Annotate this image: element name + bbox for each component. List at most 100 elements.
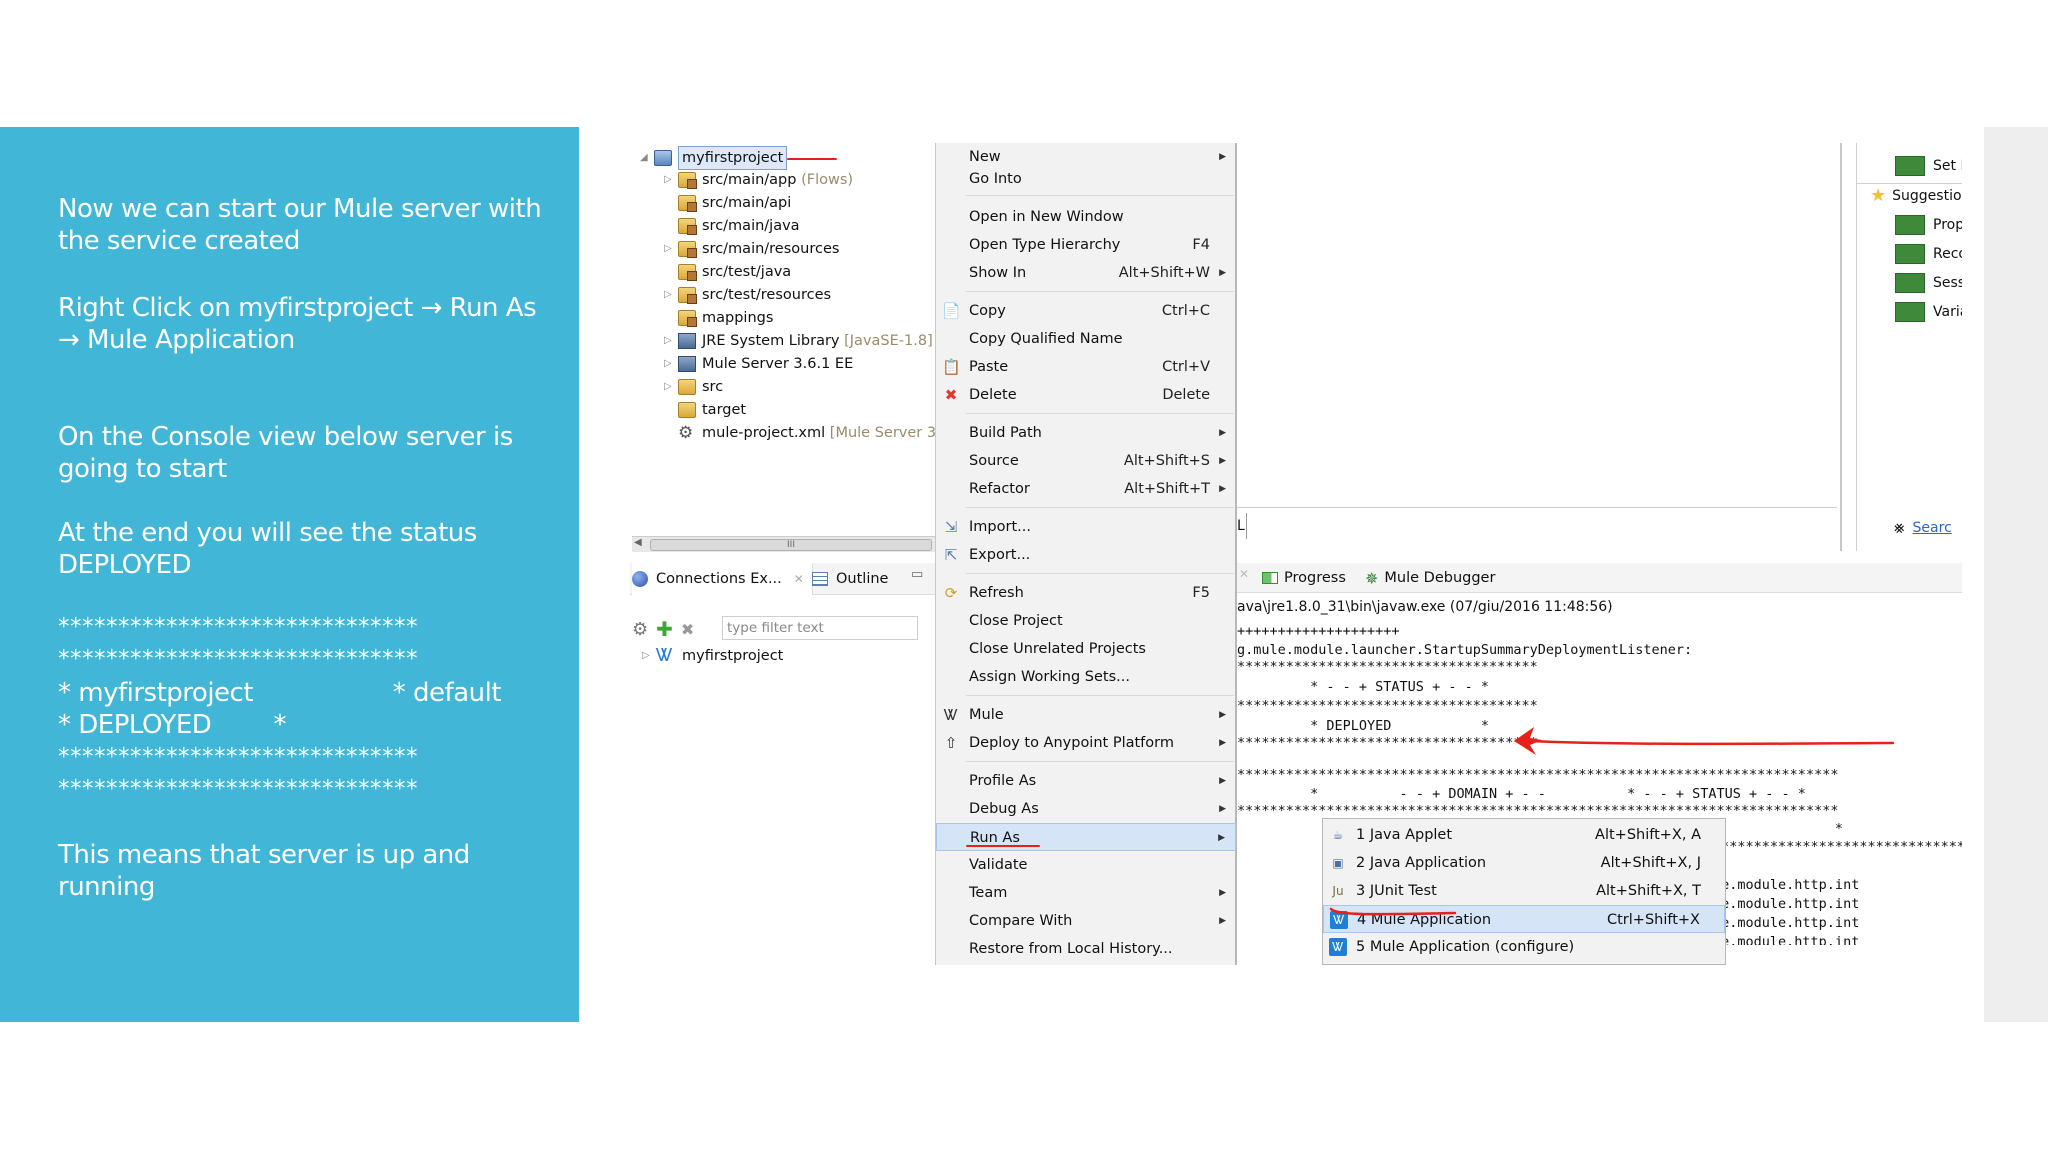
console-line: ************************************* <box>1237 698 1538 714</box>
palette-search[interactable]: ⨳ Searc <box>1894 518 1952 538</box>
console-tab-bar: ✕ Progress ✵ Mule Debugger <box>1237 563 1962 593</box>
expand-icon[interactable]: ▷ <box>664 330 678 352</box>
menu-open-type-hierarchy[interactable]: Open Type Hierarchy F4 <box>936 231 1236 259</box>
expand-icon[interactable]: ▷ <box>664 376 678 398</box>
tree-item[interactable]: src/main/api <box>664 192 791 214</box>
menu-mule[interactable]: Ꮤ Mule ▶ <box>936 701 1236 729</box>
scroll-left-icon[interactable]: ◀ <box>634 537 642 548</box>
tree-root[interactable]: ◢ myfirstproject <box>640 146 788 170</box>
tree-item[interactable]: ▷ src <box>664 376 723 398</box>
menu-item-label: Delete <box>969 387 1017 403</box>
expand-icon[interactable]: ▷ <box>664 169 678 191</box>
run-java-applet[interactable]: ☕ 1 Java Applet Alt+Shift+X, A <box>1323 821 1725 849</box>
tree-item[interactable]: ▷ JRE System Library [JavaSE-1.8] <box>664 330 933 352</box>
connection-tree-item[interactable]: ▷ Ꮤ myfirstproject <box>642 645 783 667</box>
tree-item-label: mappings <box>702 310 774 326</box>
tree-item[interactable]: ⚙ mule-project.xml [Mule Server 3.6 <box>664 422 950 444</box>
run-junit-test[interactable]: Ju 3 JUnit Test Alt+Shift+X, T <box>1323 877 1725 905</box>
expand-icon[interactable]: ▷ <box>642 645 656 667</box>
palette-item[interactable]: ★ Suggestio <box>1870 185 1962 207</box>
tree-item-label: mule-project.xml <box>702 425 826 441</box>
gear-icon[interactable]: ⚙ <box>632 619 648 640</box>
palette-item[interactable]: Set F <box>1895 155 1962 177</box>
run-java-application[interactable]: ▣ 2 Java Application Alt+Shift+X, J <box>1323 849 1725 877</box>
menu-paste[interactable]: 📋 Paste Ctrl+V <box>936 353 1236 381</box>
progress-icon <box>1262 572 1278 584</box>
copy-icon: 📄 <box>942 302 961 320</box>
tree-item[interactable]: ▷ src/test/resources <box>664 284 831 306</box>
menu-import[interactable]: ⇲ Import... <box>936 513 1236 541</box>
palette-item[interactable]: Reco <box>1895 243 1962 265</box>
close-icon[interactable]: ✕ <box>794 563 804 595</box>
tree-item[interactable]: ▷ src/main/resources <box>664 238 839 260</box>
add-icon[interactable]: ✚ <box>656 617 673 641</box>
tab-outline[interactable]: Outline <box>812 563 888 595</box>
menu-validate[interactable]: Validate <box>936 851 1236 879</box>
tab-connections-explorer[interactable]: Connections Ex... ✕ <box>632 563 813 595</box>
menu-refactor[interactable]: Refactor Alt+Shift+T ▶ <box>936 475 1236 503</box>
menu-source[interactable]: Source Alt+Shift+S ▶ <box>936 447 1236 475</box>
tree-item[interactable]: target <box>664 399 746 421</box>
expand-icon[interactable]: ▷ <box>664 238 678 260</box>
tree-item[interactable]: src/test/java <box>664 261 791 283</box>
junit-icon: Ju <box>1332 884 1344 898</box>
tree-item-label: Mule Server 3.6.1 EE <box>702 356 854 372</box>
expand-icon[interactable]: ▷ <box>664 284 678 306</box>
tree-item[interactable]: mappings <box>664 307 773 329</box>
tab-mule-debugger[interactable]: ✵ Mule Debugger <box>1365 563 1495 593</box>
scroll-thumb[interactable]: III <box>650 539 932 551</box>
filter-input[interactable]: type filter text <box>722 616 918 640</box>
package-folder-icon <box>678 218 697 235</box>
menu-go-into[interactable]: Go Into <box>936 165 1236 193</box>
search-link[interactable]: Searc <box>1913 520 1952 536</box>
menu-close-unrelated-projects[interactable]: Close Unrelated Projects <box>936 635 1236 663</box>
menu-refresh[interactable]: ⟳ Refresh F5 <box>936 579 1236 607</box>
palette-item[interactable]: Prop <box>1895 214 1962 236</box>
minimize-icon[interactable]: ▭ <box>911 567 923 582</box>
tab-progress[interactable]: Progress <box>1262 563 1346 593</box>
palette-component-icon <box>1895 302 1925 322</box>
menu-item-label: Refactor <box>969 481 1030 497</box>
menu-copy-qualified-name[interactable]: Copy Qualified Name <box>936 325 1236 353</box>
expand-icon[interactable]: ◢ <box>640 147 654 169</box>
menu-restore-local-history[interactable]: Restore from Local History... <box>936 935 1236 963</box>
tree-item[interactable]: ▷ Mule Server 3.6.1 EE <box>664 353 853 375</box>
menu-compare-with[interactable]: Compare With ▶ <box>936 907 1236 935</box>
menu-delete[interactable]: ✖ Delete Delete <box>936 381 1236 409</box>
slide-paragraph: Right Click on myfirstproject → Run As →… <box>58 293 537 355</box>
menu-show-in[interactable]: Show In Alt+Shift+W ▶ <box>936 259 1236 287</box>
tree-item[interactable]: ▷ src/main/app (Flows) <box>664 169 853 191</box>
menu-open-new-window[interactable]: Open in New Window <box>936 203 1236 231</box>
remove-icon[interactable]: ✖ <box>681 620 694 639</box>
menu-profile-as[interactable]: Profile As ▶ <box>936 767 1236 795</box>
menu-export[interactable]: ⇱ Export... <box>936 541 1236 569</box>
search-icon: ⨳ <box>1894 518 1905 538</box>
delete-icon: ✖ <box>944 386 958 404</box>
run-mule-application-configure[interactable]: Ꮤ 5 Mule Application (configure) <box>1323 933 1725 961</box>
divider <box>1857 183 1962 184</box>
close-icon[interactable]: ✕ <box>1239 567 1249 581</box>
menu-team[interactable]: Team ▶ <box>936 879 1236 907</box>
slide-stars: ****************************** <box>58 744 418 770</box>
paste-icon: 📋 <box>942 358 961 376</box>
menu-shortcut: Alt+Shift+S <box>1123 453 1210 469</box>
expand-icon[interactable]: ▷ <box>664 353 678 375</box>
menu-item-label: 2 Java Application <box>1356 855 1487 871</box>
horizontal-scrollbar[interactable]: ◀ III <box>632 536 935 552</box>
tab-label: Mule Debugger <box>1384 570 1496 586</box>
project-name[interactable]: myfirstproject <box>678 146 788 170</box>
menu-build-path[interactable]: Build Path ▶ <box>936 419 1236 447</box>
menu-deploy-anypoint[interactable]: ⇧ Deploy to Anypoint Platform ▶ <box>936 729 1236 757</box>
menu-assign-working-sets[interactable]: Assign Working Sets... <box>936 663 1236 691</box>
tree-item-decoration: (Flows) <box>796 172 854 188</box>
palette-item[interactable]: Varia <box>1895 301 1962 323</box>
palette-item[interactable]: Sess <box>1895 272 1962 294</box>
submenu-arrow-icon: ▶ <box>1219 888 1226 898</box>
menu-copy[interactable]: 📄 Copy Ctrl+C <box>936 297 1236 325</box>
tree-item[interactable]: src/main/java <box>664 215 800 237</box>
menu-shortcut: Alt+Shift+X, J <box>1600 855 1701 871</box>
menu-separator <box>966 291 1234 292</box>
menu-close-project[interactable]: Close Project <box>936 607 1236 635</box>
menu-debug-as[interactable]: Debug As ▶ <box>936 795 1236 823</box>
menu-separator <box>966 507 1234 508</box>
